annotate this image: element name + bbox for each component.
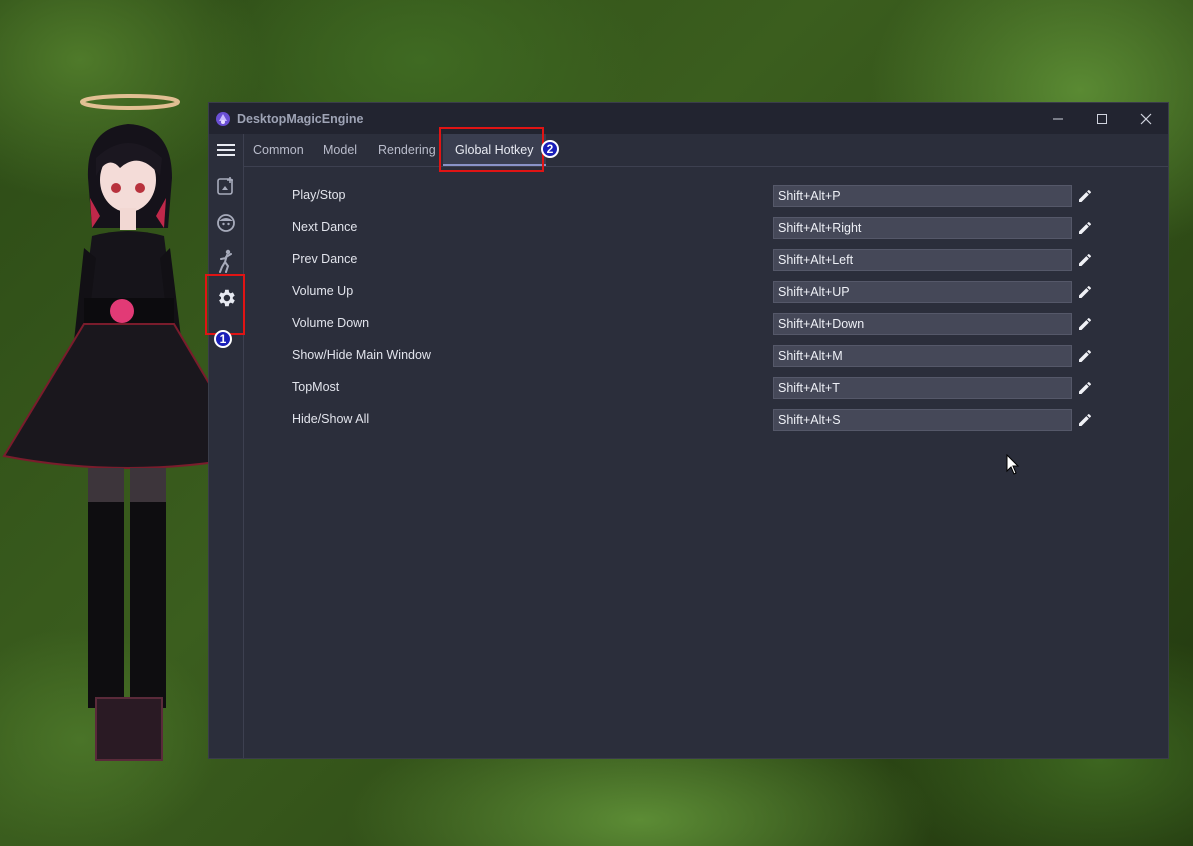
hotkey-label: Volume Up — [292, 284, 354, 298]
edit-pencil-icon[interactable] — [1077, 412, 1093, 428]
hotkey-label: Hide/Show All — [292, 412, 370, 426]
face-icon — [217, 214, 235, 232]
hotkey-row-volume-down: Volume Down — [244, 313, 1168, 335]
hotkey-input[interactable] — [773, 377, 1072, 399]
main-window: DesktopMagicEngine Common Model Renderin… — [208, 102, 1169, 759]
dance-icon — [219, 249, 232, 273]
sidebar-item-add-image[interactable] — [215, 175, 237, 197]
menu-icon — [217, 144, 235, 156]
hotkey-row-show-hide-main-window: Show/Hide Main Window — [244, 345, 1168, 367]
sidebar-item-dance[interactable] — [215, 249, 237, 273]
hotkey-label: Prev Dance — [292, 252, 358, 266]
hotkey-label: TopMost — [292, 380, 340, 394]
hotkey-input[interactable] — [773, 313, 1072, 335]
hotkey-row-next-dance: Next Dance — [244, 217, 1168, 239]
sidebar — [209, 134, 244, 758]
hotkey-row-play-stop: Play/Stop — [244, 185, 1168, 207]
edit-pencil-icon[interactable] — [1077, 252, 1093, 268]
window-title: DesktopMagicEngine — [237, 111, 364, 126]
hotkey-input[interactable] — [773, 345, 1072, 367]
maximize-button[interactable] — [1080, 103, 1124, 134]
edit-pencil-icon[interactable] — [1077, 284, 1093, 300]
hotkey-row-prev-dance: Prev Dance — [244, 249, 1168, 271]
close-button[interactable] — [1124, 103, 1168, 134]
title-bar[interactable]: DesktopMagicEngine — [209, 103, 1168, 134]
edit-pencil-icon[interactable] — [1077, 380, 1093, 396]
minimize-button[interactable] — [1036, 103, 1080, 134]
edit-pencil-icon[interactable] — [1077, 348, 1093, 364]
minimize-icon — [1053, 118, 1063, 119]
tab-rendering[interactable]: Rendering — [378, 134, 436, 166]
hotkey-input[interactable] — [773, 249, 1072, 271]
annotation-box-settings — [205, 274, 245, 335]
hotkey-settings-panel: Play/Stop Next Dance Prev Dance Volume U… — [244, 167, 1168, 758]
hotkey-input[interactable] — [773, 409, 1072, 431]
hotkey-input[interactable] — [773, 281, 1072, 303]
annotation-badge-1: 1 — [214, 330, 232, 348]
annotation-box-global-hotkey-tab — [439, 127, 544, 172]
edit-pencil-icon[interactable] — [1077, 188, 1093, 204]
hotkey-row-volume-up: Volume Up — [244, 281, 1168, 303]
sidebar-menu-button[interactable] — [215, 139, 237, 161]
sidebar-item-model[interactable] — [215, 212, 237, 234]
hotkey-row-hide-show-all: Hide/Show All — [244, 409, 1168, 431]
tab-common[interactable]: Common — [253, 134, 304, 166]
hotkey-row-topmost: TopMost — [244, 377, 1168, 399]
close-icon — [1140, 113, 1152, 124]
edit-pencil-icon[interactable] — [1077, 220, 1093, 236]
add-image-icon — [217, 177, 233, 195]
hotkey-label: Next Dance — [292, 220, 358, 234]
hotkey-label: Volume Down — [292, 316, 370, 330]
tab-model[interactable]: Model — [323, 134, 357, 166]
hotkey-label: Play/Stop — [292, 188, 346, 202]
maximize-icon — [1097, 113, 1107, 124]
hotkey-input[interactable] — [773, 185, 1072, 207]
app-logo-icon — [216, 111, 230, 126]
mouse-cursor-icon — [1006, 454, 1020, 475]
edit-pencil-icon[interactable] — [1077, 316, 1093, 332]
tab-bar: Common Model Rendering Global Hotkey — [244, 134, 1168, 167]
annotation-badge-2: 2 — [541, 140, 559, 158]
hotkey-label: Show/Hide Main Window — [292, 348, 431, 362]
hotkey-input[interactable] — [773, 217, 1072, 239]
